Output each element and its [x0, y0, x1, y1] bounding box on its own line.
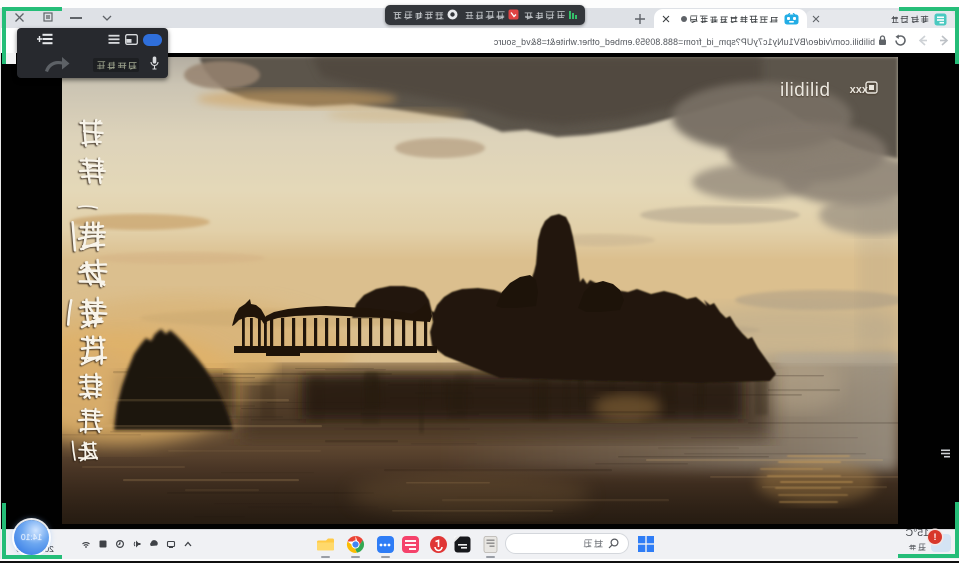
svg-text:bilibili: bilibili [780, 80, 830, 101]
svg-text:xxx: xxx [849, 84, 868, 96]
